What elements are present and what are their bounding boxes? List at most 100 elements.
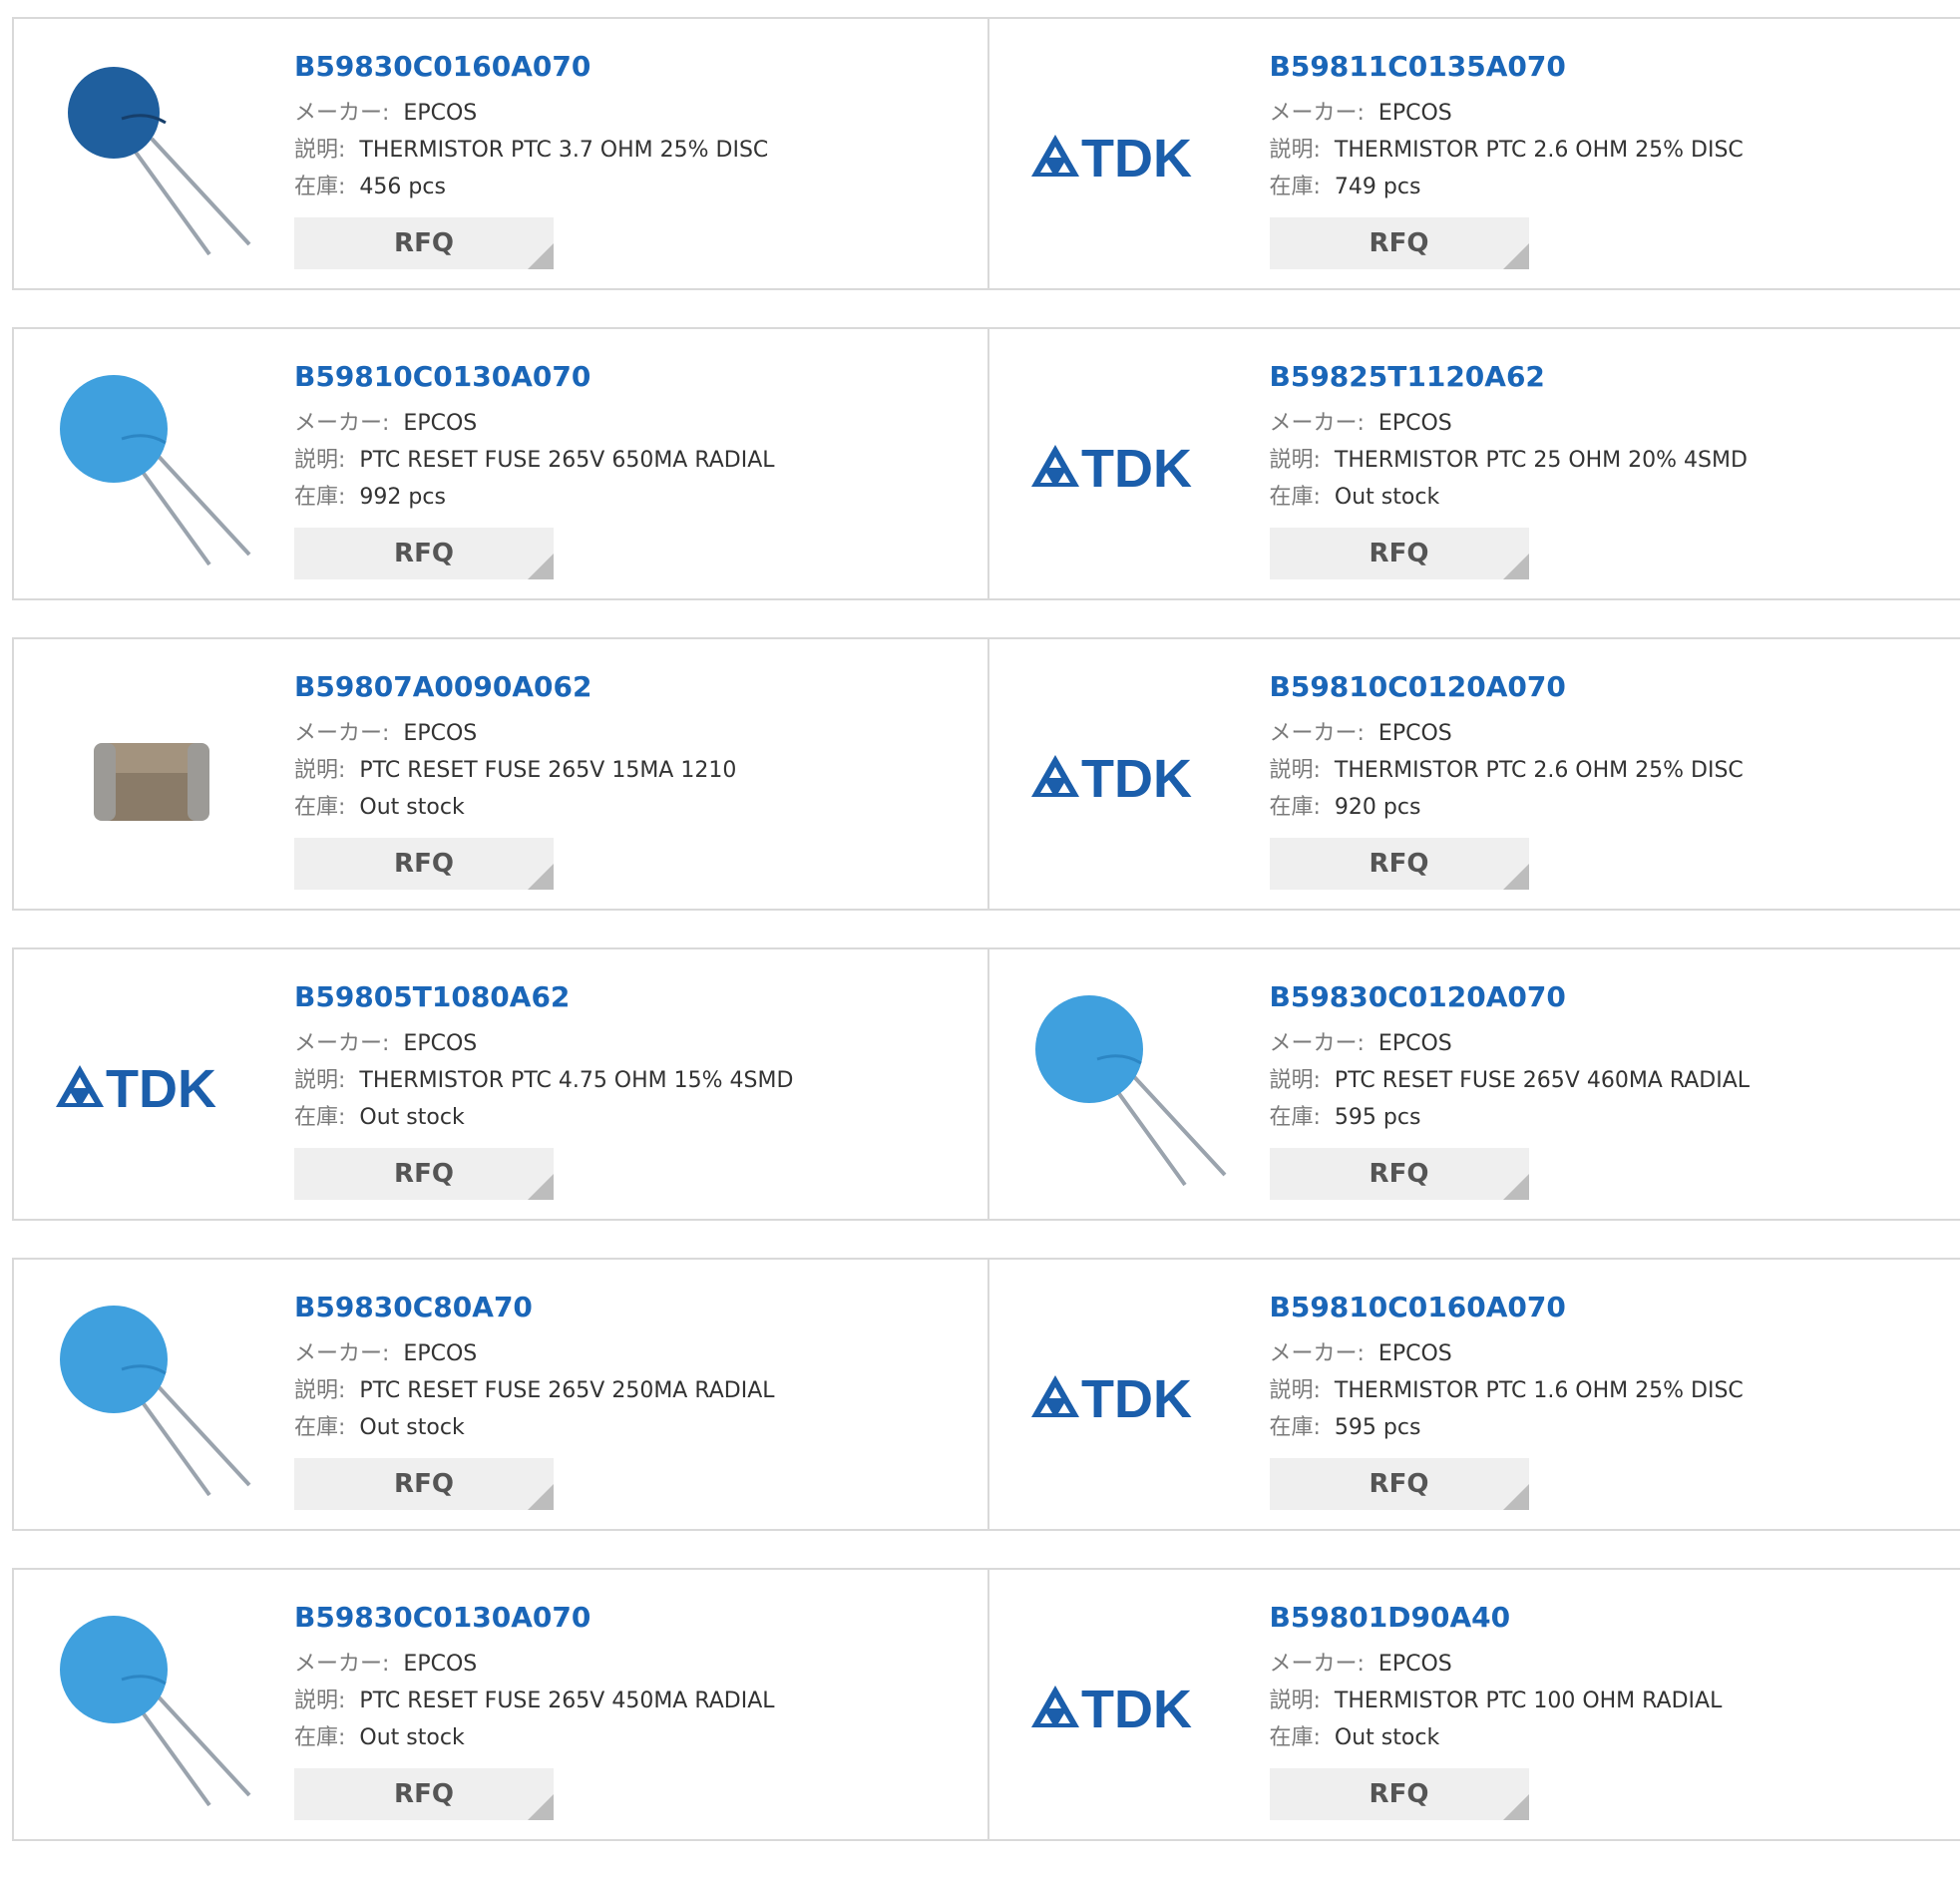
description-value: THERMISTOR PTC 2.6 OHM 25% DISC <box>1335 758 1744 783</box>
rfq-button[interactable]: RFQ <box>294 528 554 579</box>
stock-line: 在庫: Out stock <box>294 1099 793 1136</box>
stock-line: 在庫:595 pcs <box>1270 1409 1744 1446</box>
part-number-link[interactable]: B59830C0130A070 <box>294 1600 775 1636</box>
stock-value: Out stock <box>359 1105 464 1130</box>
part-number-link[interactable]: B59830C0120A070 <box>1270 979 1751 1015</box>
maker-line: メーカー:EPCOS <box>1270 1335 1744 1372</box>
part-number-link[interactable]: B59810C0160A070 <box>1270 1290 1744 1325</box>
description-line: 説明:THERMISTOR PTC 4.75 OHM 15% 4SMD <box>294 1062 793 1099</box>
description-value: PTC RESET FUSE 265V 650MA RADIAL <box>359 448 774 473</box>
product-image[interactable] <box>52 57 251 256</box>
stock-label: 在庫: <box>294 1105 345 1130</box>
rfq-button[interactable]: RFQ <box>294 838 554 890</box>
rfq-button[interactable]: RFQ <box>294 1458 554 1510</box>
rfq-button[interactable]: RFQ <box>1270 217 1529 269</box>
stock-line: 在庫:Out stock <box>1270 479 1748 516</box>
description-line: 説明:THERMISTOR PTC 25 OHM 20% 4SMD <box>1270 442 1748 479</box>
maker-line: メーカー:EPCOS <box>294 95 768 132</box>
rfq-label: RFQ <box>1370 1159 1429 1189</box>
rfq-button[interactable]: RFQ <box>1270 1768 1529 1820</box>
rfq-button[interactable]: RFQ <box>294 1768 554 1820</box>
product-info: B59810C0130A070 メーカー:EPCOS 説明:PTC RESET … <box>294 359 775 579</box>
product-row: TDK B59805T1080A62 メーカー: EPCOS 説明:THERMIS… <box>12 947 1960 1221</box>
rfq-label: RFQ <box>1370 1779 1429 1809</box>
stock-label: 在庫: <box>294 1725 345 1750</box>
rfq-button[interactable]: RFQ <box>294 217 554 269</box>
rfq-button[interactable]: RFQ <box>1270 1148 1529 1200</box>
maker-value: EPCOS <box>1378 1341 1452 1366</box>
rfq-button[interactable]: RFQ <box>1270 528 1529 579</box>
product-row: B59830C0160A070 メーカー:EPCOS 説明:THERMISTOR… <box>12 17 1960 290</box>
maker-value: EPCOS <box>403 1341 477 1366</box>
product-row: B59830C80A70 メーカー: EPCOS 説明:PTC RESET FUS… <box>12 1258 1960 1531</box>
maker-value: EPCOS <box>403 1652 477 1677</box>
rfq-button[interactable]: RFQ <box>294 1148 554 1200</box>
tdk-logo[interactable]: TDK <box>1027 677 1227 877</box>
part-number-link[interactable]: B59830C80A70 <box>294 1290 775 1325</box>
maker-value: EPCOS <box>403 1031 477 1056</box>
rfq-label: RFQ <box>394 1779 454 1809</box>
maker-line: メーカー:EPCOS <box>294 405 775 442</box>
description-label: 説明: <box>1270 448 1321 473</box>
description-label: 説明: <box>1270 758 1321 783</box>
stock-line: 在庫:920 pcs <box>1270 789 1744 826</box>
part-number-link[interactable]: B59825T1120A62 <box>1270 359 1748 395</box>
tdk-logo[interactable]: TDK <box>52 987 251 1187</box>
description-label: 説明: <box>294 1068 345 1093</box>
maker-label: メーカー: <box>294 1031 389 1056</box>
stock-value: Out stock <box>359 1415 464 1440</box>
corner-triangle-icon <box>1503 554 1529 579</box>
description-line: 説明:PTC RESET FUSE 265V 250MA RADIAL <box>294 1372 775 1409</box>
description-label: 説明: <box>1270 138 1321 163</box>
product-image[interactable] <box>52 1298 251 1497</box>
part-number-link[interactable]: B59811C0135A070 <box>1270 49 1744 85</box>
maker-line: メーカー: EPCOS <box>294 1335 775 1372</box>
maker-value: EPCOS <box>1378 411 1452 436</box>
tdk-logo[interactable]: TDK <box>1027 1608 1227 1807</box>
corner-triangle-icon <box>1503 1794 1529 1820</box>
part-number-link[interactable]: B59801D90A40 <box>1270 1600 1723 1636</box>
maker-value: EPCOS <box>403 101 477 126</box>
product-card: TDK B59825T1120A62 メーカー: EPCOS 説明:THERMIS… <box>987 329 1960 598</box>
rfq-button[interactable]: RFQ <box>1270 1458 1529 1510</box>
maker-line: メーカー: EPCOS <box>294 1025 793 1062</box>
product-image[interactable] <box>52 367 251 566</box>
maker-label: メーカー: <box>1270 411 1365 436</box>
product-info: B59830C0130A070 メーカー:EPCOS 説明:PTC RESET … <box>294 1600 775 1820</box>
product-image[interactable] <box>52 677 251 877</box>
description-value: THERMISTOR PTC 2.6 OHM 25% DISC <box>1335 138 1744 163</box>
rfq-label: RFQ <box>394 228 454 258</box>
rfq-label: RFQ <box>1370 539 1429 568</box>
product-info: B59810C0160A070 メーカー:EPCOS 説明:THERMISTOR… <box>1270 1290 1744 1510</box>
maker-label: メーカー: <box>294 1652 389 1677</box>
product-card: TDK B59810C0160A070 メーカー:EPCOS 説明:THERMI… <box>987 1260 1960 1529</box>
rfq-label: RFQ <box>394 1159 454 1189</box>
stock-value: 595 pcs <box>1335 1105 1421 1130</box>
maker-label: メーカー: <box>294 1341 389 1366</box>
corner-triangle-icon <box>1503 1484 1529 1510</box>
tdk-logo[interactable]: TDK <box>1027 1298 1227 1497</box>
part-number-link[interactable]: B59810C0120A070 <box>1270 669 1744 705</box>
stock-value: Out stock <box>359 795 464 820</box>
rfq-button[interactable]: RFQ <box>1270 838 1529 890</box>
corner-triangle-icon <box>1503 243 1529 269</box>
description-line: 説明:THERMISTOR PTC 1.6 OHM 25% DISC <box>1270 1372 1744 1409</box>
product-info: B59805T1080A62 メーカー: EPCOS 説明:THERMISTOR … <box>294 979 793 1200</box>
product-image[interactable] <box>1027 987 1227 1187</box>
stock-label: 在庫: <box>294 175 345 199</box>
part-number-link[interactable]: B59807A0090A062 <box>294 669 736 705</box>
corner-triangle-icon <box>528 864 554 890</box>
part-number-link[interactable]: B59805T1080A62 <box>294 979 793 1015</box>
tdk-logo[interactable]: TDK <box>1027 367 1227 566</box>
product-card: B59807A0090A062 メーカー:EPCOS 説明:PTC RESET … <box>14 639 987 909</box>
maker-label: メーカー: <box>1270 101 1365 126</box>
tdk-logo-text: TDK <box>1081 1680 1192 1737</box>
maker-value: EPCOS <box>403 411 477 436</box>
part-number-link[interactable]: B59830C0160A070 <box>294 49 768 85</box>
part-number-link[interactable]: B59810C0130A070 <box>294 359 775 395</box>
product-card: TDK B59811C0135A070 メーカー:EPCOS 説明:THERMI… <box>987 19 1960 288</box>
product-image[interactable] <box>52 1608 251 1807</box>
tdk-logo[interactable]: TDK <box>1027 57 1227 256</box>
stock-label: 在庫: <box>1270 795 1321 820</box>
product-info: B59801D90A40 メーカー:EPCOS 説明:THERMISTOR PT… <box>1270 1600 1723 1820</box>
